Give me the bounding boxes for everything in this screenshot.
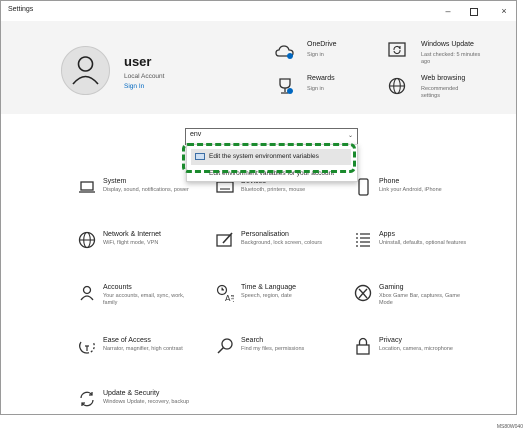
tile-desc: Bluetooth, printers, mouse	[241, 187, 306, 193]
tile-title: Privacy	[379, 337, 402, 344]
tile-title: Network & Internet	[103, 231, 161, 238]
trophy-icon[interactable]	[275, 76, 295, 96]
tile-title: Apps	[379, 231, 395, 238]
title-bar: Settings – ×	[1, 1, 516, 21]
settings-window: Settings – × user Local Account Sign In …	[0, 0, 517, 415]
tile-title: System	[103, 178, 127, 185]
cloud-icon[interactable]	[275, 44, 295, 60]
tile-desc: Your accounts, email, sync, work, family	[103, 293, 185, 306]
tile-title: Gaming	[379, 284, 404, 291]
rewards-sub: Sign in	[307, 86, 324, 92]
tile-desc: Link your Android, iPhone	[379, 187, 442, 193]
tile-desc: Windows Update, recovery, backup	[103, 399, 190, 405]
rewards-title[interactable]: Rewards	[307, 75, 335, 82]
onedrive-sub: Sign in	[307, 52, 324, 58]
tile-desc: Background, lock screen, colours	[241, 240, 323, 246]
avatar[interactable]	[61, 46, 110, 95]
person-icon	[80, 285, 94, 301]
search-icon	[217, 338, 233, 354]
account-name: user	[124, 54, 152, 69]
search-input-value: env	[190, 131, 202, 138]
language-icon: A字	[216, 284, 234, 302]
xbox-icon	[354, 284, 372, 302]
highlight-callout	[182, 143, 356, 173]
sync-icon	[80, 391, 94, 407]
account-header: user Local Account Sign In OneDrive Sign…	[1, 21, 516, 114]
chevron-down-icon: ⌄	[347, 133, 353, 139]
tile-title: Time & Language	[241, 284, 296, 291]
apps-list-icon	[356, 233, 370, 247]
minimize-button[interactable]: –	[436, 3, 460, 19]
maximize-button[interactable]	[462, 3, 486, 19]
globe-icon[interactable]	[388, 77, 406, 95]
tile-title: Accounts	[103, 284, 132, 291]
tile-desc: Find my files, permissions	[241, 346, 305, 352]
maximize-icon	[470, 7, 478, 16]
laptop-icon	[79, 181, 95, 193]
ease-of-access-icon	[79, 341, 95, 354]
tile-title: Search	[241, 337, 264, 344]
windows-update-sub: Last checked: 5 minutes ago	[421, 52, 481, 65]
tile-desc: Location, camera, microphone	[379, 346, 453, 352]
brush-icon	[216, 232, 233, 247]
windows-update-title[interactable]: Windows Update	[421, 41, 474, 48]
tile-desc: Narrator, magnifier, high contrast	[103, 346, 183, 352]
lock-icon	[356, 337, 370, 355]
tile-desc: WiFi, flight mode, VPN	[103, 240, 159, 246]
tile-title: Update & Security	[103, 390, 160, 397]
tile-desc: Xbox Game Bar, captures, Game Mode	[379, 293, 461, 306]
tile-desc: Speech, region, date	[241, 293, 292, 299]
svg-text:A字: A字	[225, 293, 234, 302]
update-icon[interactable]	[388, 42, 406, 58]
tile-title: Ease of Access	[103, 337, 151, 344]
account-type: Local Account	[124, 73, 165, 80]
web-browsing-title[interactable]: Web browsing	[421, 75, 465, 82]
tile-desc: Display, sound, notifications, power	[103, 187, 189, 193]
figure-code: MS80W040	[496, 424, 523, 430]
onedrive-title[interactable]: OneDrive	[307, 41, 337, 48]
tile-desc: Uninstall, defaults, optional features	[379, 240, 467, 246]
account-sign-in-link[interactable]: Sign In	[124, 83, 144, 90]
tile-title: Phone	[379, 178, 400, 185]
web-browsing-sub: Recommended settings	[421, 86, 459, 99]
tile-title: Personalisation	[241, 231, 289, 238]
close-button[interactable]: ×	[492, 3, 516, 19]
window-title: Settings	[8, 6, 34, 13]
globe-icon	[78, 231, 96, 249]
person-icon	[72, 56, 99, 85]
